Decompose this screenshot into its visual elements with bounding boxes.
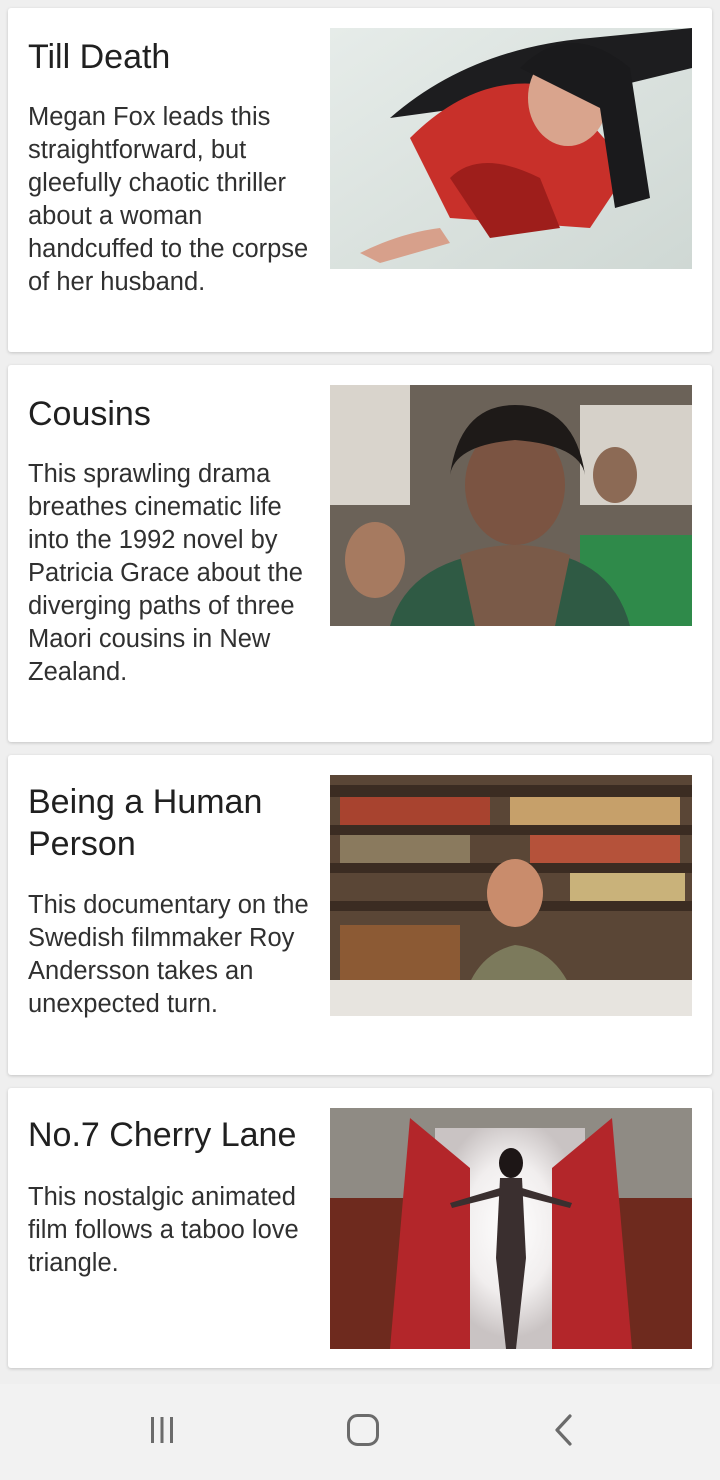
movie-description: This documentary on the Swedish filmmake… <box>28 891 309 1018</box>
movie-card-being-a-human-person[interactable]: Being a Human Person This documentary on… <box>8 755 712 1075</box>
movie-description: This nostalgic animated film follows a t… <box>28 1183 299 1277</box>
movie-title: Being a Human Person <box>28 783 263 863</box>
recent-apps-icon <box>146 1414 178 1451</box>
system-navigation-bar <box>0 1384 720 1480</box>
movie-thumbnail[interactable] <box>330 385 692 626</box>
movie-title: Till Death <box>28 38 171 76</box>
movie-card-cousins[interactable]: Cousins This sprawling drama breathes ci… <box>8 365 712 742</box>
movie-card-till-death[interactable]: Till Death Megan Fox leads this straight… <box>8 8 712 352</box>
movie-description: This sprawling drama breathes cinematic … <box>28 460 303 686</box>
movie-card-no7-cherry-lane[interactable]: No.7 Cherry Lane This nostalgic animated… <box>8 1088 712 1368</box>
home-icon <box>346 1413 380 1452</box>
back-button[interactable] <box>534 1402 594 1462</box>
movie-list: Till Death Megan Fox leads this straight… <box>0 0 720 1384</box>
movie-title: No.7 Cherry Lane <box>28 1116 297 1154</box>
back-icon <box>550 1413 578 1452</box>
movie-description: Megan Fox leads this straightforward, bu… <box>28 103 309 296</box>
recent-apps-button[interactable] <box>132 1402 192 1462</box>
movie-thumbnail[interactable] <box>330 1108 692 1349</box>
home-button[interactable] <box>333 1402 393 1462</box>
movie-thumbnail[interactable] <box>330 28 692 269</box>
movie-thumbnail[interactable] <box>330 775 692 1016</box>
movie-title: Cousins <box>28 395 151 433</box>
